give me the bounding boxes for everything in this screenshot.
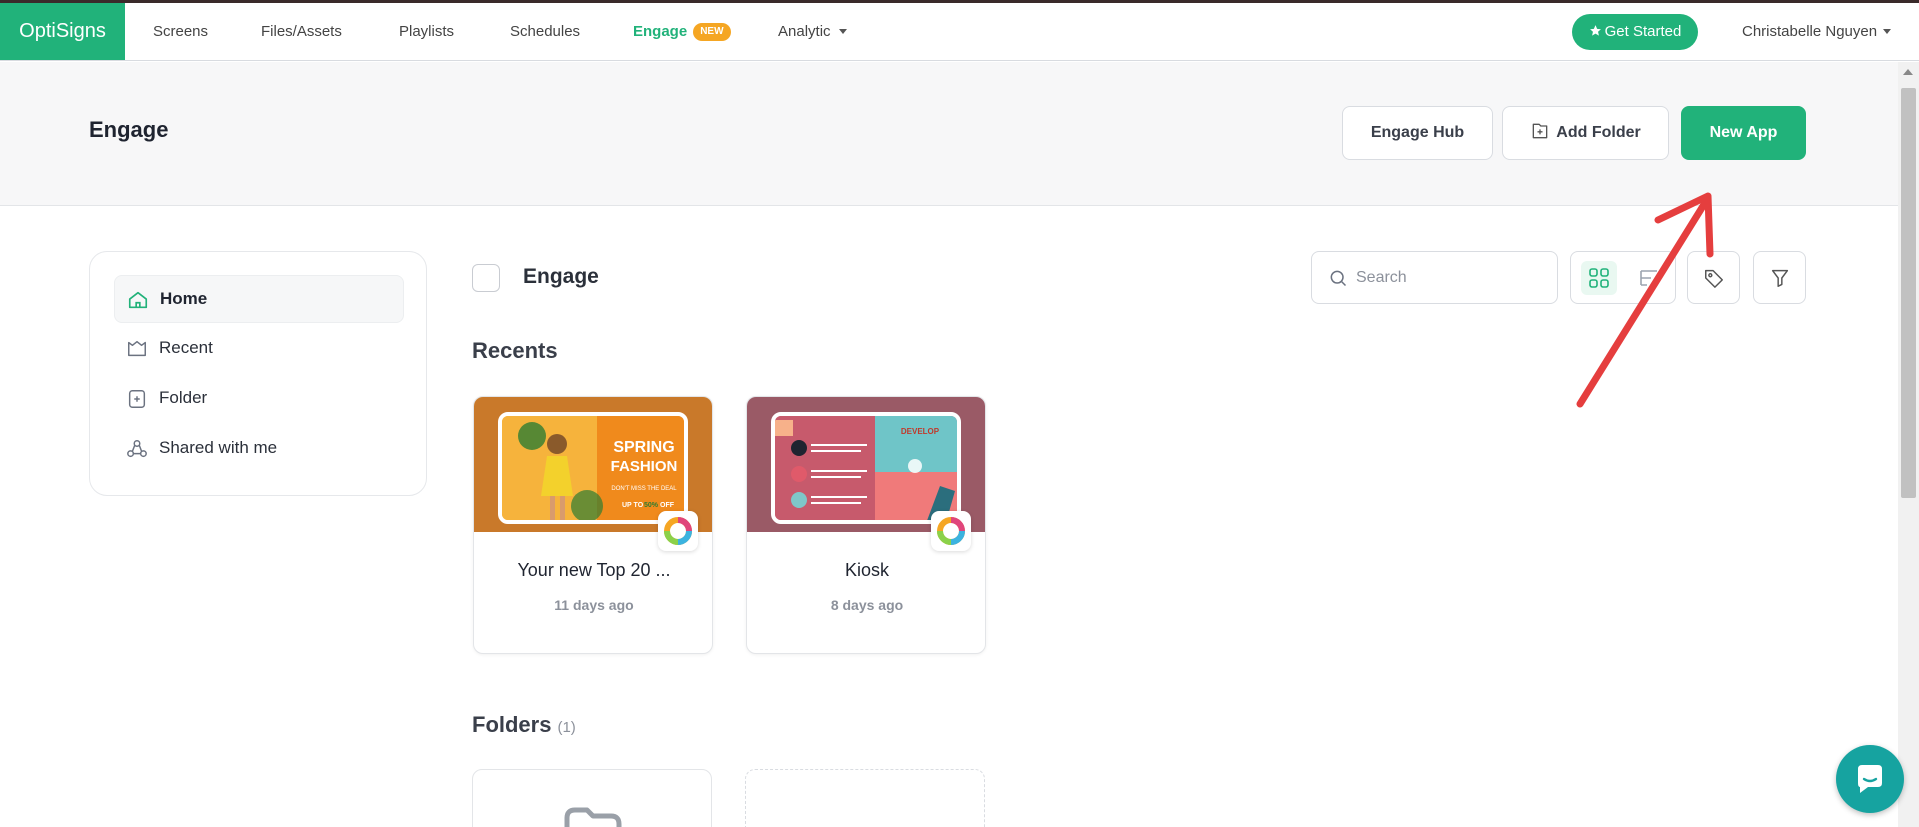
folders-heading: Folders (1): [472, 712, 576, 738]
chevron-down-icon: [1883, 29, 1892, 34]
top-navbar: OptiSigns Screens Files/Assets Playlists…: [0, 3, 1919, 61]
new-app-button[interactable]: New App: [1681, 106, 1806, 160]
engage-hub-button[interactable]: Engage Hub: [1342, 106, 1493, 160]
shared-icon: [127, 440, 147, 458]
nav-schedules[interactable]: Schedules: [510, 3, 580, 60]
thumb-develop-text: DEVELOP: [901, 427, 940, 436]
nav-analytic[interactable]: Analytic: [778, 3, 847, 60]
annotation-arrow: [1576, 192, 1714, 408]
spring-fashion-image: SPRING FASHION DON'T MISS THE DEAL UP TO…: [502, 416, 684, 520]
add-folder-label: Add Folder: [1556, 124, 1641, 141]
folder-icon: [564, 807, 622, 827]
star-icon: [1589, 25, 1601, 36]
app-thumbnail: SPRING FASHION DON'T MISS THE DEAL UP TO…: [474, 397, 712, 551]
page-title: Engage: [89, 117, 169, 142]
recent-app-card[interactable]: SPRING FASHION DON'T MISS THE DEAL UP TO…: [473, 396, 713, 654]
nav-screens[interactable]: Screens: [153, 3, 208, 60]
sidebar: Home Recent Folder Shared with me: [89, 251, 427, 496]
kiosk-image: DEVELOP: [775, 416, 957, 520]
sidebar-item-home[interactable]: Home: [114, 275, 404, 323]
search-icon: [1330, 270, 1347, 287]
sidebar-item-recent[interactable]: Recent: [114, 325, 404, 373]
thumb-upto-text: UP TO: [622, 502, 644, 509]
app-title: Your new Top 20 ...: [517, 560, 671, 580]
app-type-badge: [658, 511, 698, 551]
new-badge: NEW: [693, 23, 731, 41]
chevron-down-icon: [838, 29, 847, 34]
chat-icon: [1858, 765, 1882, 793]
content-title: Engage: [523, 265, 599, 288]
sidebar-item-label: Folder: [159, 388, 208, 407]
app-type-badge: [931, 511, 971, 551]
vertical-scrollbar[interactable]: [1898, 62, 1919, 827]
nav-engage-label: Engage: [633, 23, 688, 40]
folder-add-icon: [1532, 123, 1548, 139]
nav-analytic-label: Analytic: [778, 23, 831, 40]
folder-card[interactable]: [472, 769, 712, 827]
app-title: Kiosk: [844, 560, 889, 580]
folders-label: Folders: [472, 712, 552, 737]
get-started-button[interactable]: Get Started: [1572, 14, 1698, 50]
sidebar-item-label: Home: [160, 289, 208, 308]
app-thumbnail: DEVELOP: [747, 397, 985, 551]
sidebar-item-label: Recent: [159, 338, 213, 357]
thumbnail-preview: SPRING FASHION DON'T MISS THE DEAL UP TO…: [498, 412, 688, 524]
search-input[interactable]: [1356, 266, 1546, 290]
brand-logo[interactable]: OptiSigns: [0, 3, 125, 60]
new-folder-placeholder[interactable]: [745, 769, 985, 827]
thumb-deal-text: DON'T MISS THE DEAL: [611, 486, 677, 492]
folders-count: (1): [557, 719, 576, 736]
scroll-thumb[interactable]: [1901, 88, 1916, 498]
app-timestamp: 8 days ago: [830, 597, 904, 613]
chat-support-button[interactable]: [1836, 745, 1904, 813]
engage-app-icon: [937, 517, 965, 545]
thumbnail-preview: DEVELOP: [771, 412, 961, 524]
sidebar-item-label: Shared with me: [159, 438, 278, 457]
thumb-pct-text: 50%: [644, 502, 659, 509]
filter-button[interactable]: [1753, 251, 1806, 304]
app-timestamp: 11 days ago: [554, 597, 634, 613]
filter-icon: [1771, 269, 1789, 287]
scroll-up-arrow[interactable]: [1903, 69, 1913, 75]
add-folder-button[interactable]: Add Folder: [1502, 106, 1669, 160]
user-menu[interactable]: Christabelle Nguyen: [1742, 3, 1892, 60]
sidebar-item-shared[interactable]: Shared with me: [114, 425, 404, 473]
engage-app-icon: [664, 517, 692, 545]
sidebar-item-folder[interactable]: Folder: [114, 375, 404, 423]
recent-app-card[interactable]: DEVELOP Kiosk 8 days ago: [746, 396, 986, 654]
nav-playlists[interactable]: Playlists: [399, 3, 454, 60]
select-all-checkbox[interactable]: [472, 264, 500, 292]
recents-heading: Recents: [472, 338, 558, 363]
thumb-off-text: OFF: [660, 502, 675, 509]
thumb-spring-text: SPRING: [613, 439, 674, 456]
nav-files-assets[interactable]: Files/Assets: [261, 3, 342, 60]
user-name: Christabelle Nguyen: [1742, 23, 1878, 40]
recent-icon: [128, 340, 146, 357]
home-icon: [128, 291, 148, 309]
search-box: [1311, 251, 1558, 304]
folder-add-icon: [128, 390, 146, 408]
nav-engage[interactable]: Engage NEW: [633, 3, 731, 60]
thumb-fashion-text: FASHION: [611, 458, 678, 475]
get-started-label: Get Started: [1604, 23, 1682, 40]
